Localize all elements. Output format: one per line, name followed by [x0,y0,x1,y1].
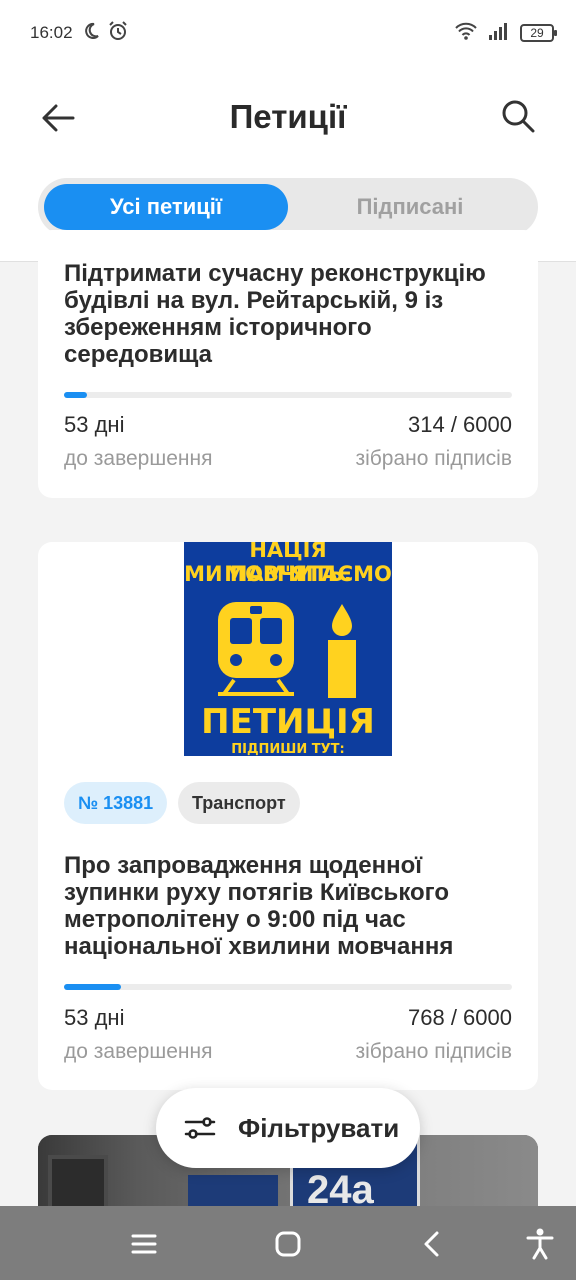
home-icon [275,1231,301,1257]
moon-icon [81,21,101,46]
days-left-label: до завершення [64,447,213,470]
signature-count: 768 / 6000 [408,1005,512,1030]
petition-title: Про запровадження щоденної зупинки руху … [64,852,454,960]
metro-train-icon [218,602,294,696]
candle-icon [328,604,356,698]
signature-progress [64,984,512,990]
petition-number-badge: № 13881 [64,782,168,824]
poster-line: МИ ПАМ'ЯТАЄМО [184,562,392,586]
petition-image: НАЦІЯ МОВЧИТЬ. МИ ПАМ'ЯТАЄМО ПЕТИЦІЯ ПІД… [184,542,392,756]
petition-title: Підтримати сучасну реконструкцію будівлі… [64,260,486,368]
accessibility-button[interactable] [520,1224,560,1264]
home-button[interactable] [268,1224,308,1264]
signature-count: 314 / 6000 [408,412,512,437]
signature-count-label: зібрано підписів [355,1040,512,1063]
petition-card[interactable]: НАЦІЯ МОВЧИТЬ. МИ ПАМ'ЯТАЄМО ПЕТИЦІЯ ПІД… [38,542,538,1090]
page-title: Петиції [229,98,347,135]
status-time: 16:02 [30,23,73,42]
days-left: 53 дні [64,1005,125,1030]
days-left: 53 дні [64,412,125,437]
signature-count-label: зібрано підписів [355,447,512,470]
search-button[interactable] [498,96,538,136]
chevron-left-icon [424,1231,439,1257]
status-bar: 16:02 29 [0,0,576,66]
category-badge: Транспорт [178,782,300,824]
menu-icon [131,1234,157,1254]
menu-button[interactable] [124,1224,164,1264]
poster-line: ПІДПИШИ ТУТ: [231,742,345,756]
tab-all-petitions[interactable]: Усі петиції [44,184,288,230]
tab-signed[interactable]: Підписані [288,184,532,230]
search-icon [502,100,535,133]
wifi-icon [454,21,478,46]
signature-progress [64,392,512,398]
progress-fill [64,392,88,398]
petition-card[interactable]: Підтримати сучасну реконструкцію будівлі… [38,230,538,498]
accessibility-icon [526,1228,554,1260]
alarm-icon [107,20,129,47]
sliders-icon [184,1117,216,1139]
battery-icon: 29 [520,24,557,42]
poster-line: ПЕТИЦІЯ [201,702,375,742]
system-back-button[interactable] [412,1224,452,1264]
signal-icon [488,21,510,46]
days-left-label: до завершення [64,1040,213,1063]
progress-fill [64,984,122,990]
filter-label: Фільтрувати [238,1112,400,1143]
filter-button[interactable]: Фільтрувати [156,1088,420,1168]
system-navigation-bar [0,1206,576,1280]
petition-tabs: Усі петиції Підписані [38,178,538,236]
